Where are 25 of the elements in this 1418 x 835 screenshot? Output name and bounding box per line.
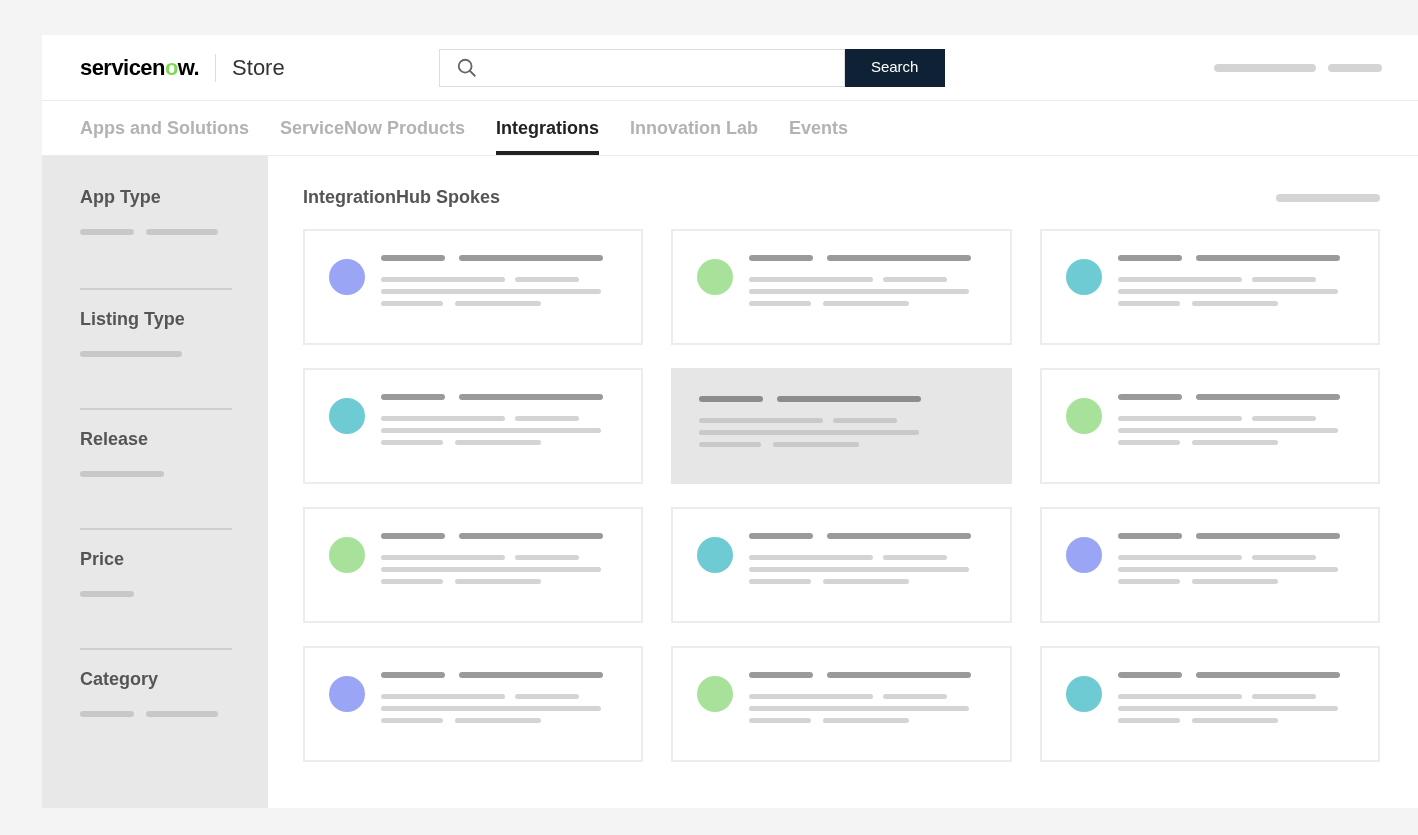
filter-heading[interactable]: Release (80, 426, 232, 453)
filter-heading[interactable]: Category (80, 666, 232, 693)
listing-card[interactable] (1039, 507, 1380, 623)
listing-card[interactable] (303, 368, 644, 484)
search-button[interactable]: Search (844, 48, 945, 87)
search-icon (455, 56, 478, 79)
search-field[interactable] (438, 48, 845, 87)
filter-heading[interactable]: Price (80, 546, 232, 573)
store-label: Store (232, 54, 285, 82)
filter-heading[interactable]: App Type (80, 184, 232, 211)
listing-card[interactable] (671, 646, 1012, 762)
section-title: IntegrationHub Spokes (303, 186, 500, 209)
listing-card[interactable] (303, 507, 644, 623)
listing-card[interactable] (1039, 368, 1380, 484)
listing-card[interactable] (303, 229, 644, 345)
listing-card[interactable] (1039, 646, 1380, 762)
listing-card[interactable] (671, 229, 1012, 345)
filter-heading[interactable]: Listing Type (80, 306, 232, 333)
listing-card[interactable] (303, 646, 644, 762)
listing-card[interactable] (671, 507, 1012, 623)
placeholder-lines-drawing (80, 591, 134, 597)
listing-card[interactable] (1039, 229, 1380, 345)
logo: servicenow. (80, 54, 200, 82)
nav-tab[interactable]: Integrations (496, 101, 600, 155)
listing-card[interactable] (671, 368, 1012, 484)
